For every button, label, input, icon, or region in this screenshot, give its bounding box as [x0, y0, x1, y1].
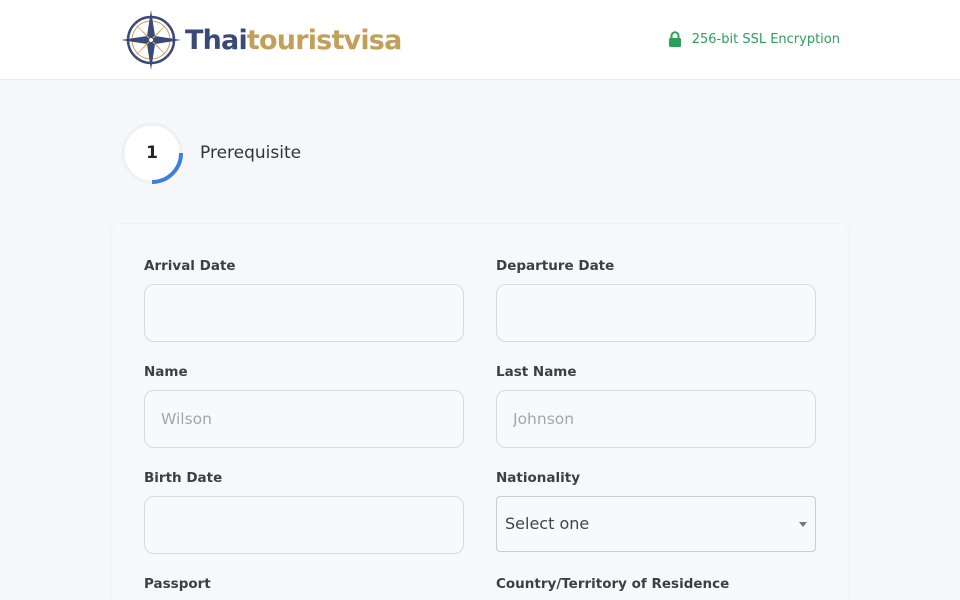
- ssl-badge: 256-bit SSL Encryption: [668, 31, 840, 47]
- step-indicator: 1 Prerequisite: [120, 121, 301, 185]
- residence-field: Country/Territory of Residence: [496, 574, 816, 594]
- nationality-label: Nationality: [496, 470, 580, 486]
- arrival-date-label: Arrival Date: [144, 258, 236, 274]
- ssl-text: 256-bit SSL Encryption: [691, 31, 840, 47]
- passport-field: Passport: [144, 574, 464, 594]
- last-name-label: Last Name: [496, 364, 577, 380]
- name-label: Name: [144, 364, 188, 380]
- lock-icon: [668, 31, 681, 47]
- dropdown-arrow-icon: [799, 522, 807, 527]
- step-progress-ring: 1: [120, 121, 184, 185]
- nationality-selected-value: Select one: [505, 514, 590, 533]
- site-logo[interactable]: Thaitouristvisa: [119, 8, 402, 72]
- nationality-field: Nationality Select one: [496, 468, 816, 552]
- arrival-date-input[interactable]: [144, 284, 464, 342]
- logo-text: Thaitouristvisa: [185, 25, 402, 56]
- visa-form-card: Arrival Date Departure Date Name Last Na…: [112, 224, 848, 600]
- birth-date-label: Birth Date: [144, 470, 223, 486]
- passport-label: Passport: [144, 576, 211, 592]
- arrival-date-field: Arrival Date: [144, 256, 464, 342]
- last-name-input[interactable]: [496, 390, 816, 448]
- last-name-field: Last Name: [496, 362, 816, 448]
- birth-date-field: Birth Date: [144, 468, 464, 554]
- residence-label: Country/Territory of Residence: [496, 576, 730, 592]
- compass-logo-icon: [121, 10, 181, 70]
- step-number: 1: [146, 143, 158, 163]
- birth-date-input[interactable]: [144, 496, 464, 554]
- departure-date-input[interactable]: [496, 284, 816, 342]
- departure-date-field: Departure Date: [496, 256, 816, 342]
- step-title: Prerequisite: [200, 143, 302, 163]
- top-header: Thaitouristvisa 256-bit SSL Encryption: [0, 0, 960, 80]
- nationality-select[interactable]: Select one: [496, 496, 816, 552]
- logo-text-touristvisa: touristvisa: [246, 24, 402, 56]
- name-field: Name: [144, 362, 464, 448]
- name-input[interactable]: [144, 390, 464, 448]
- logo-text-thai: Thai: [185, 24, 248, 56]
- departure-date-label: Departure Date: [496, 258, 615, 274]
